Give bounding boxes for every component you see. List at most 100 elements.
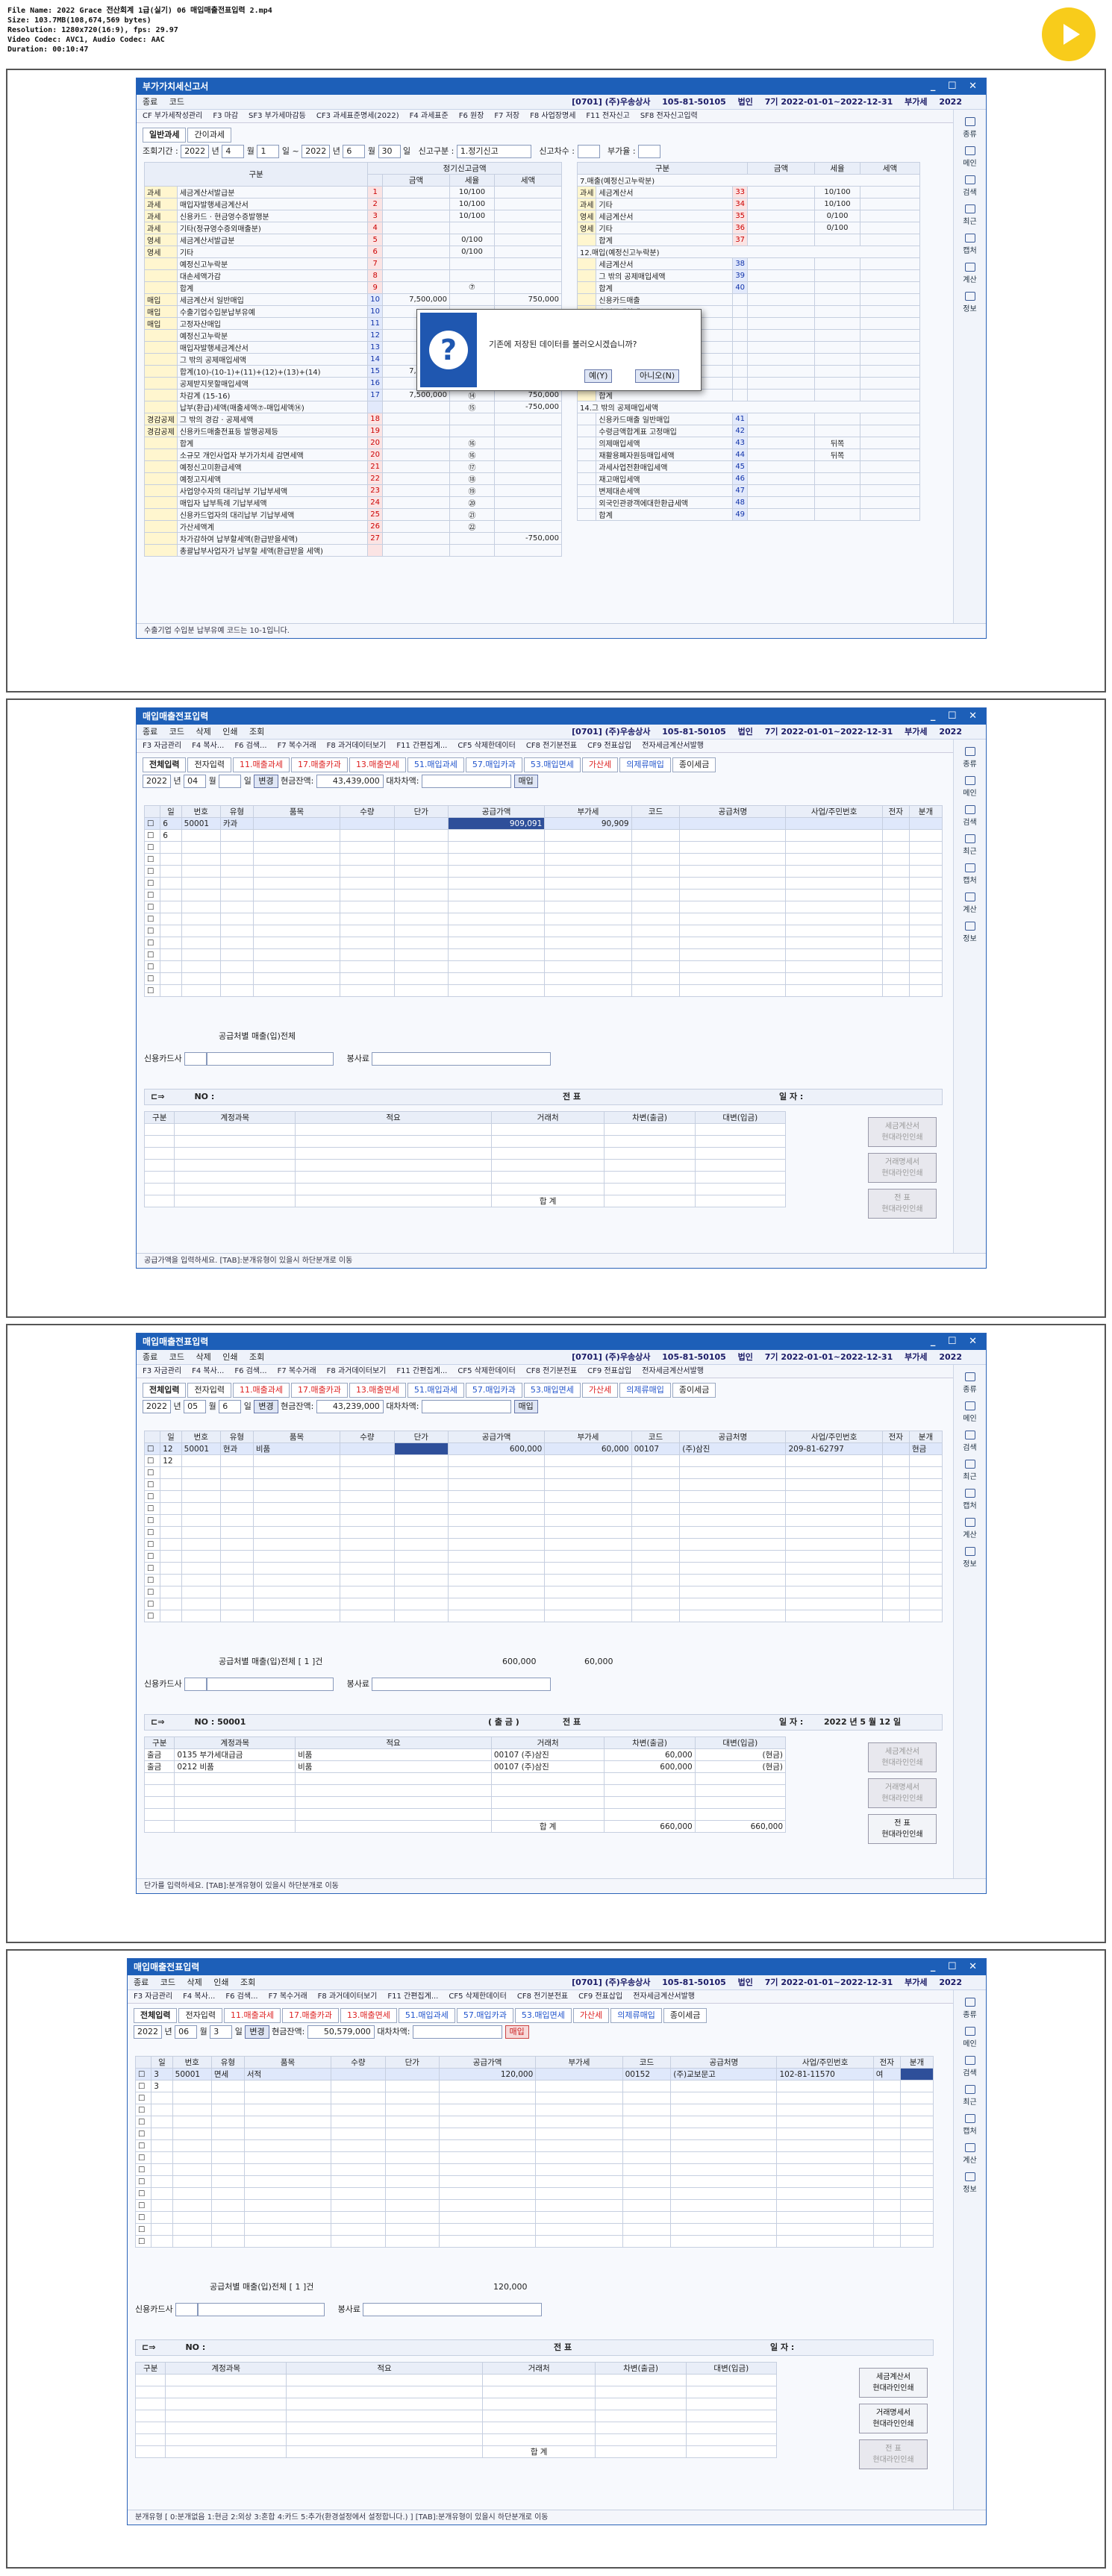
fkey-4[interactable]: F8 과거데이터보기 (318, 1992, 378, 2001)
amount-cell[interactable] (382, 520, 450, 533)
purchase-button[interactable]: 매입 (513, 1400, 538, 1413)
tab-10[interactable]: 종이세금 (672, 757, 716, 772)
amount-cell[interactable] (382, 269, 450, 282)
table-row[interactable]: ☐ (143, 1610, 943, 1622)
vat-fkey-8[interactable]: F11 전자신고 (586, 112, 629, 120)
amount-cell[interactable] (382, 198, 450, 210)
table-row[interactable]: ☐ (134, 2139, 934, 2152)
table-row[interactable]: ☐ (143, 913, 943, 925)
tab-9[interactable]: 의제류매입 (619, 1383, 671, 1398)
vat-fkey-7[interactable]: F8 사업장명세 (530, 112, 575, 120)
tax-cell[interactable] (494, 508, 562, 521)
table-row[interactable]: ☐ (134, 2116, 934, 2128)
tax-cell[interactable]: 750,000 (494, 293, 562, 306)
side-calc-button[interactable]: 계산 (954, 892, 986, 914)
tab-0[interactable]: 전체입력 (134, 2008, 178, 2023)
fkey-3[interactable]: F7 복수거래 (278, 742, 316, 750)
code-button[interactable]: 코드 (169, 1352, 184, 1362)
tab-8[interactable]: 가산세 (581, 1383, 619, 1398)
fkey-1[interactable]: F4 복사... (183, 1992, 215, 2001)
table-row[interactable]: ☐ 3 (134, 2080, 934, 2092)
close-button[interactable]: 종료 (143, 727, 157, 737)
fkey-7[interactable]: CF8 전기분전표 (526, 742, 577, 750)
fkey-0[interactable]: F3 자금관리 (134, 1992, 172, 2001)
tab-10[interactable]: 종이세금 (663, 2008, 708, 2023)
table-row[interactable]: ☐ (143, 1550, 943, 1563)
day-field[interactable]: 6 (219, 1400, 242, 1413)
close-button[interactable]: 종료 (143, 97, 157, 107)
voucher-print-button[interactable]: 전 표 현대라인인쇄 (859, 2439, 928, 2469)
table-row[interactable]: ☐ (134, 2163, 934, 2176)
tab-6[interactable]: 57.매입카과 (465, 1383, 522, 1398)
tax-cell[interactable] (494, 234, 562, 246)
tax-cell[interactable] (494, 186, 562, 198)
amount-cell[interactable] (382, 544, 450, 557)
journal-row[interactable] (134, 2410, 778, 2422)
vat-fkey-6[interactable]: F7 저장 (494, 112, 519, 120)
window-controls[interactable]: _ ☐ ✕ (931, 708, 981, 725)
journal-row[interactable] (143, 1171, 787, 1184)
amount-cell[interactable] (382, 425, 450, 437)
window-controls[interactable]: _ ☐ ✕ (931, 1959, 981, 1975)
year-to[interactable]: 2022 (302, 145, 331, 158)
month-select[interactable]: 04 (184, 775, 207, 788)
table-row[interactable]: ☐ (143, 1478, 943, 1491)
window-controls[interactable]: _ ☐ ✕ (931, 1334, 981, 1350)
purchase-button[interactable]: 매입 (513, 775, 538, 788)
table-row[interactable]: ☐ (143, 1574, 943, 1586)
amount-cell[interactable] (747, 448, 816, 461)
table-row[interactable]: ☐ (143, 865, 943, 878)
voucher-print-button[interactable]: 전 표 현대라인인쇄 (868, 1814, 937, 1844)
yes-button[interactable]: 예(Y) (584, 369, 613, 383)
table-row[interactable]: ☐ (143, 889, 943, 901)
table-row[interactable]: ☐ (143, 1514, 943, 1527)
tab-7[interactable]: 53.매입면세 (514, 2008, 572, 2023)
side-info-button[interactable]: 정보 (954, 922, 986, 943)
table-row[interactable]: ☐ (134, 2175, 934, 2188)
amount-cell[interactable] (747, 460, 816, 473)
fkey-7[interactable]: CF8 전기분전표 (526, 1367, 577, 1375)
tab-6[interactable]: 57.매입카과 (456, 2008, 513, 2023)
side-info-button[interactable]: 정보 (954, 2172, 986, 2194)
card-company-field[interactable] (175, 2303, 199, 2316)
tax-cell[interactable] (494, 460, 562, 473)
year-field[interactable]: 2022 (134, 2025, 162, 2039)
amount-cell[interactable]: 7,500,000 (382, 293, 450, 306)
year-from[interactable]: 2022 (181, 145, 210, 158)
card-company-field[interactable] (184, 1052, 207, 1066)
tab-0[interactable]: 전체입력 (143, 757, 187, 772)
amount-cell[interactable] (747, 269, 816, 282)
side-type-button[interactable]: 종류 (954, 1998, 986, 2019)
table-row[interactable]: ☐ 12 (143, 1454, 943, 1467)
tab-4[interactable]: 13.매출면세 (340, 2008, 397, 2023)
table-row[interactable]: ☐ (143, 1562, 943, 1575)
fkey-5[interactable]: F11 간편집계... (396, 742, 447, 750)
tab-1[interactable]: 전자입력 (187, 1383, 231, 1398)
tax-cell[interactable] (494, 257, 562, 270)
table-row[interactable]: ☐ (143, 948, 943, 961)
delete-button[interactable]: 삭제 (196, 727, 211, 737)
day-from[interactable]: 1 (257, 145, 280, 158)
journal-row[interactable] (134, 2386, 778, 2398)
table-row[interactable]: ☐ (143, 925, 943, 937)
tab-10[interactable]: 종이세금 (672, 1383, 716, 1398)
tax-cell[interactable] (494, 496, 562, 509)
journal-row[interactable] (143, 1183, 787, 1195)
trade-statement-print-button[interactable]: 거래명세서 현대라인인쇄 (859, 2404, 928, 2433)
journal-row[interactable] (143, 1784, 787, 1797)
tab-5[interactable]: 51.매입과세 (407, 757, 464, 772)
code-button[interactable]: 코드 (160, 1978, 175, 1987)
table-row[interactable]: ☐ (143, 901, 943, 913)
tax-cell[interactable] (494, 437, 562, 449)
table-row[interactable]: ☐ 12 50001 현과 비품 600,000 60,000 00107 (주)삼진 209-8… (143, 1442, 943, 1455)
trade-statement-print-button[interactable]: 거래명세서 현대라인인쇄 (868, 1778, 937, 1808)
side-main-button[interactable]: 메인 (954, 146, 986, 168)
tab-1[interactable]: 전자입력 (178, 2008, 222, 2023)
tab-2[interactable]: 11.매출과세 (223, 2008, 281, 2023)
amount-cell[interactable] (382, 210, 450, 222)
tab-2[interactable]: 11.매출과세 (232, 757, 290, 772)
side-main-button[interactable]: 메인 (954, 1401, 986, 1423)
table-row[interactable]: ☐ (143, 1586, 943, 1598)
table-row[interactable]: ☐ (143, 937, 943, 949)
table-row[interactable]: ☐ (143, 1526, 943, 1539)
